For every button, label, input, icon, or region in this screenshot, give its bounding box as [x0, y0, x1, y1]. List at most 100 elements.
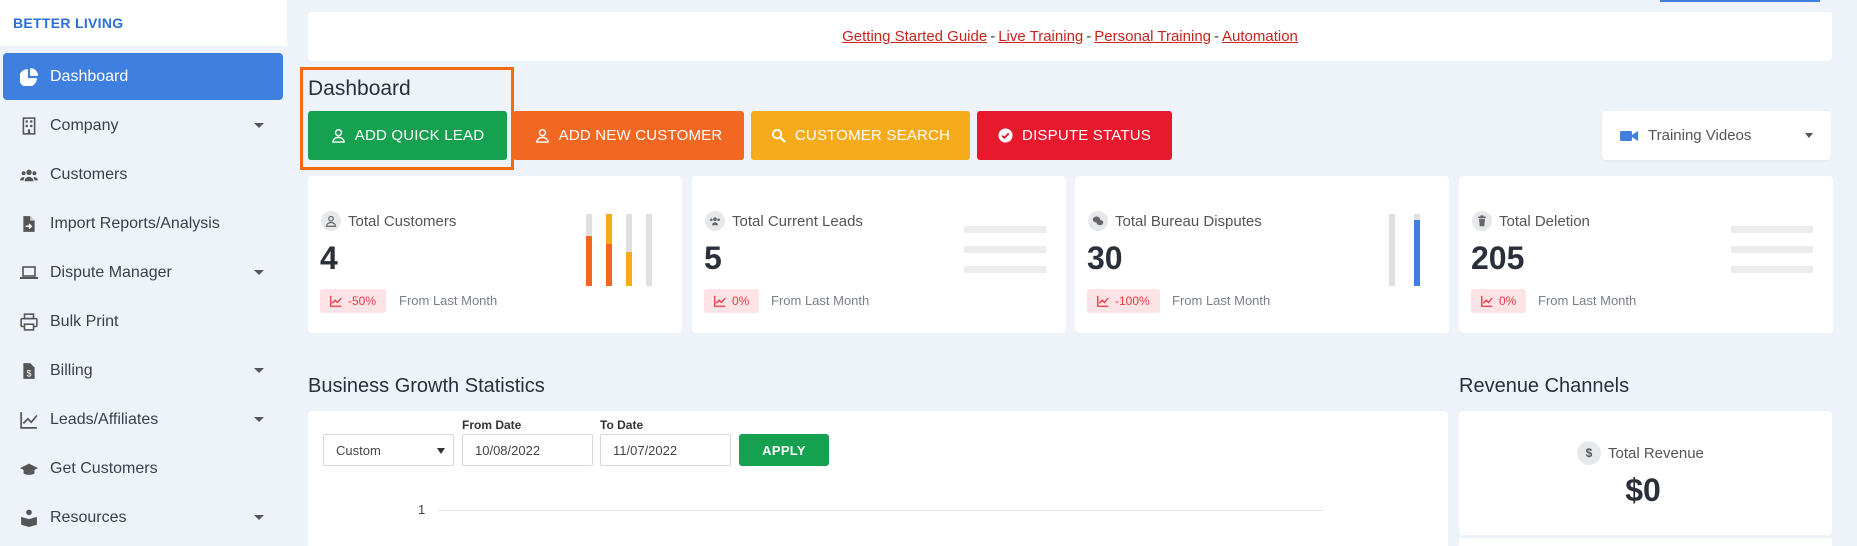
sidebar-item-get-customers[interactable]: Get Customers — [3, 445, 283, 492]
to-date-label: To Date — [600, 418, 644, 432]
laptop-icon — [18, 263, 40, 283]
y-axis-tick: 1 — [418, 502, 426, 517]
link-live-training[interactable]: Live Training — [998, 28, 1083, 45]
customer-search-button[interactable]: CUSTOMER SEARCH — [751, 111, 970, 160]
link-separator: - — [1214, 28, 1219, 45]
sidebar-item-resources[interactable]: Resources — [3, 494, 283, 541]
stat-value: 5 — [704, 240, 722, 276]
sparkline-bars — [964, 226, 1046, 273]
sidebar-item-label: Company — [50, 116, 119, 134]
from-last-month-label: From Last Month — [1538, 293, 1637, 308]
sidebar-item-bulk-print[interactable]: Bulk Print — [3, 298, 283, 345]
help-links-bar: Getting Started Guide - Live Training - … — [308, 12, 1832, 61]
chart-line-icon — [330, 295, 342, 307]
chevron-down-icon — [254, 417, 264, 422]
svg-text:$: $ — [26, 368, 31, 378]
trash-icon — [1472, 211, 1492, 231]
stat-label-row: Total Customers — [321, 211, 456, 231]
book-reader-icon — [18, 508, 40, 528]
stat-card-total-customers: Total Customers 4 -50% From Last Month — [308, 176, 682, 333]
video-camera-icon — [1620, 130, 1638, 141]
sidebar-item-billing[interactable]: $ Billing — [3, 347, 283, 394]
change-badge: -50% — [320, 289, 387, 313]
file-import-icon — [18, 214, 40, 234]
link-automation[interactable]: Automation — [1222, 28, 1298, 45]
sidebar-item-dispute-manager[interactable]: Dispute Manager — [3, 249, 283, 296]
brand-logo[interactable]: BETTER LIVING — [0, 0, 287, 46]
stat-card-bureau-disputes: Total Bureau Disputes 30 -100% From Last… — [1075, 176, 1449, 333]
sparkline-bars — [1731, 226, 1813, 273]
user-icon — [535, 128, 549, 143]
invoice-icon: $ — [18, 361, 40, 381]
stat-label: Total Bureau Disputes — [1115, 212, 1262, 230]
change-badge: -100% — [1087, 289, 1160, 313]
from-date-input[interactable] — [462, 434, 593, 466]
from-last-month-label: From Last Month — [399, 293, 498, 308]
graduation-cap-icon — [18, 459, 40, 479]
revenue-section-title: Revenue Channels — [1459, 375, 1630, 397]
sidebar-item-label: Billing — [50, 361, 93, 379]
sparkline-bars — [586, 214, 652, 286]
change-badge: 0% — [704, 289, 760, 313]
chart-line-icon — [1481, 295, 1493, 307]
stat-label: Total Deletion — [1499, 212, 1590, 230]
select-value: Training Videos — [1648, 127, 1752, 144]
date-range-select[interactable]: Custom — [323, 434, 454, 466]
top-progress-strip — [1660, 0, 1820, 2]
sidebar-item-label: Dispute Manager — [50, 263, 172, 281]
add-new-customer-button[interactable]: ADD NEW CUSTOMER — [513, 111, 744, 160]
change-value: 0% — [1499, 294, 1517, 308]
chevron-down-icon — [254, 368, 264, 373]
sidebar-item-dashboard[interactable]: Dashboard — [3, 53, 283, 100]
sidebar-item-label: Customers — [50, 165, 128, 183]
total-revenue-label-row: $ Total Revenue — [1577, 441, 1704, 465]
from-last-month-label: From Last Month — [771, 293, 870, 308]
sidebar-item-label: Dashboard — [50, 67, 129, 85]
to-date-input[interactable] — [600, 434, 731, 466]
sidebar-item-label: Import Reports/Analysis — [50, 214, 220, 232]
sidebar-item-label: Bulk Print — [50, 312, 119, 330]
user-icon — [321, 211, 341, 231]
button-label: DISPUTE STATUS — [1022, 127, 1151, 144]
user-icon — [331, 128, 345, 143]
apply-button[interactable]: APPLY — [739, 434, 829, 466]
add-quick-lead-button[interactable]: ADD QUICK LEAD — [308, 111, 507, 160]
sidebar: BETTER LIVING Dashboard Company Customer… — [0, 0, 287, 546]
chart-gridline — [438, 510, 1324, 511]
search-icon — [771, 128, 786, 143]
stat-card-total-deletion: Total Deletion 205 0% From Last Month — [1459, 176, 1833, 333]
link-separator: - — [990, 28, 996, 45]
pie-chart-icon — [18, 67, 40, 87]
button-label: ADD QUICK LEAD — [354, 127, 485, 144]
chevron-down-icon — [254, 515, 264, 520]
link-separator: - — [1086, 28, 1092, 45]
from-last-month-label: From Last Month — [1172, 293, 1271, 308]
chevron-down-icon — [437, 448, 445, 454]
stat-card-total-leads: Total Current Leads 5 0% From Last Month — [692, 176, 1066, 333]
sidebar-nav: Dashboard Company Customers Import Repor… — [0, 53, 287, 541]
dispute-status-button[interactable]: DISPUTE STATUS — [977, 111, 1172, 160]
link-personal-training[interactable]: Personal Training — [1094, 28, 1211, 45]
chevron-down-icon — [254, 270, 264, 275]
total-revenue-value: $0 — [1625, 472, 1661, 508]
button-label: CUSTOMER SEARCH — [794, 127, 951, 144]
chart-line-icon — [18, 410, 40, 430]
growth-section-title: Business Growth Statistics — [308, 375, 545, 397]
page-title: Dashboard — [308, 77, 411, 100]
stat-label: Total Customers — [348, 212, 457, 230]
stat-value: 205 — [1471, 240, 1525, 276]
sidebar-item-leads-affiliates[interactable]: Leads/Affiliates — [3, 396, 283, 443]
change-value: 0% — [732, 294, 750, 308]
users-icon — [705, 211, 725, 231]
training-videos-select[interactable]: Training Videos — [1602, 111, 1831, 160]
from-date-label: From Date — [462, 418, 522, 432]
sidebar-item-label: Get Customers — [50, 459, 158, 477]
change-value: -50% — [348, 294, 377, 308]
sidebar-item-company[interactable]: Company — [3, 102, 283, 149]
link-getting-started[interactable]: Getting Started Guide — [842, 28, 987, 45]
sidebar-item-import-reports[interactable]: Import Reports/Analysis — [3, 200, 283, 247]
comments-icon — [1088, 211, 1108, 231]
chevron-down-icon — [254, 123, 264, 128]
sidebar-item-customers[interactable]: Customers — [3, 151, 283, 198]
stat-label-row: Total Current Leads — [705, 211, 863, 231]
